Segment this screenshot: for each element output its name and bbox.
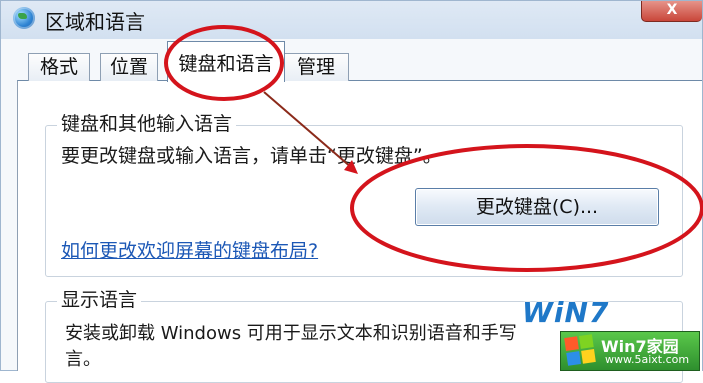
windows-logo-icon [564,334,596,366]
welcome-screen-keyboard-help-link[interactable]: 如何更改欢迎屏幕的键盘布局? [61,236,318,263]
display-language-group-title: 显示语言 [57,285,142,312]
keyboard-instruction: 要更改键盘或输入语言，请单击“更改键盘”。 [61,145,442,167]
title-bar[interactable]: 区域和语言 X [1,1,702,39]
display-language-description: 安装或卸载 Windows 可用于显示文本和识别语音和手写 [65,323,517,344]
watermark-brand: WiN7 [522,296,610,329]
tab-format[interactable]: 格式 [28,53,90,81]
watermark-url: www.5aixt.com [605,353,690,366]
globe-icon [13,7,35,29]
tab-keyboards-languages[interactable]: 键盘和语言 [167,41,285,82]
close-button[interactable]: X [641,1,702,22]
tab-location[interactable]: 位置 [100,53,158,81]
tab-administrative[interactable]: 管理 [283,53,349,81]
change-keyboards-button[interactable]: 更改键盘(C)... [415,188,659,226]
window-title: 区域和语言 [45,10,145,34]
keyboard-group-title: 键盘和其他输入语言 [57,109,237,136]
display-language-description-cont: 言。 [65,349,101,370]
watermark-badge: Win7家园 www.5aixt.com [560,331,700,371]
